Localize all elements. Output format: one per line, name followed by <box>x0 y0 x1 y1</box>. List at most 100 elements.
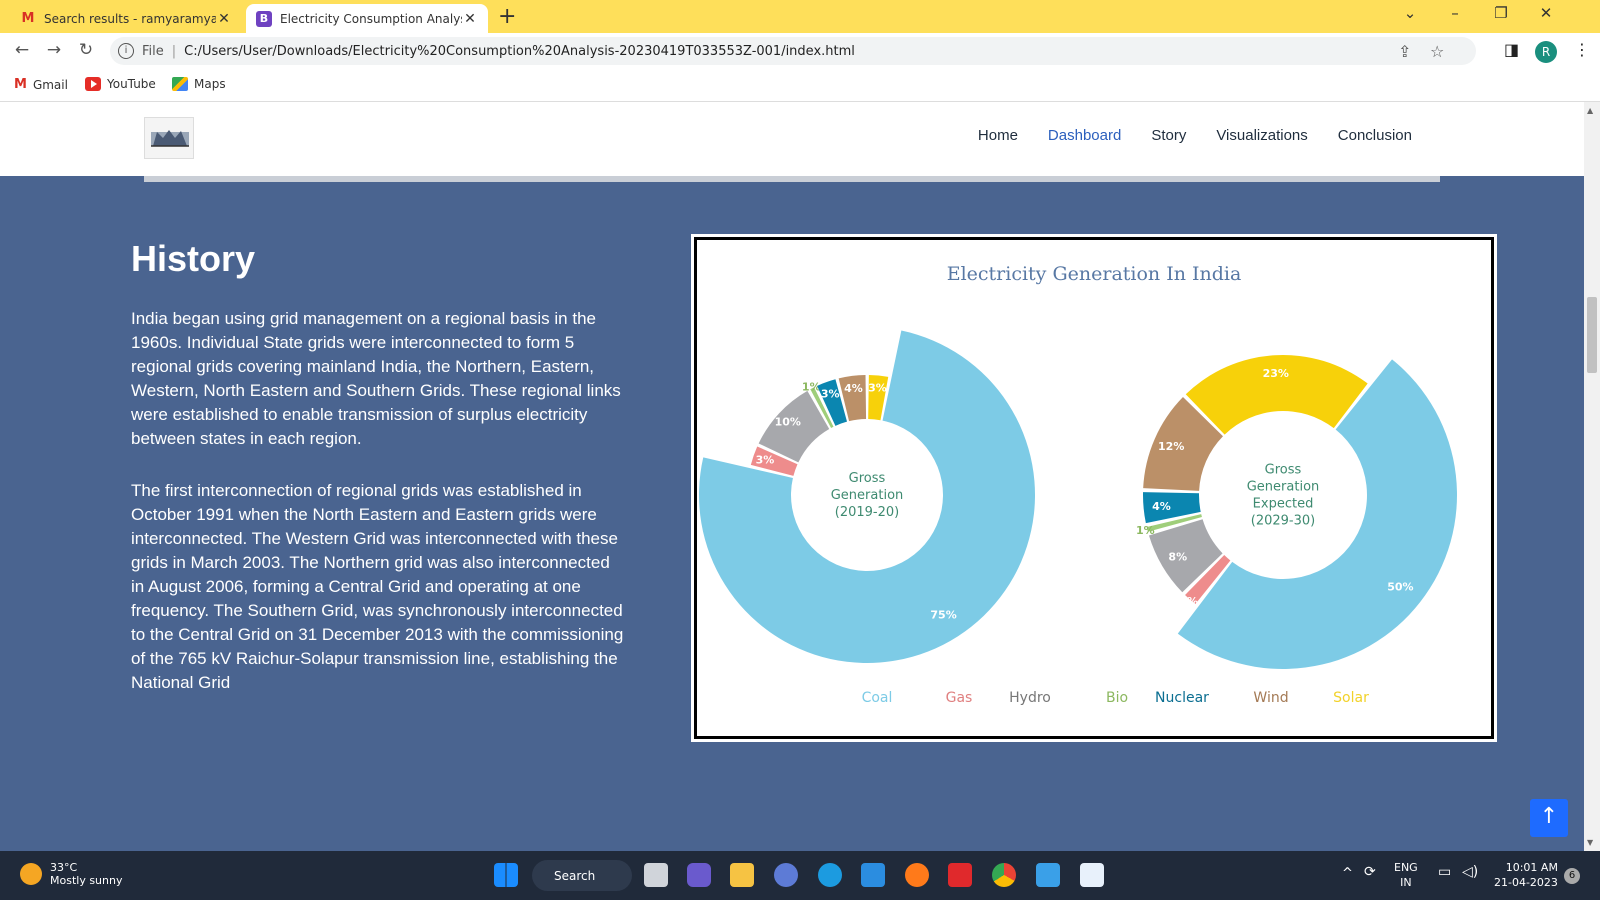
gmail-icon: M <box>14 77 27 92</box>
data-label-solar-1: 3% <box>868 382 887 395</box>
legend-hydro: Hydro <box>1009 690 1051 706</box>
legend-nuclear: Nuclear <box>1155 690 1209 706</box>
nav-home[interactable]: Home <box>978 127 1018 144</box>
vscode-icon[interactable] <box>861 863 885 887</box>
sync-icon[interactable]: ⟳ <box>1364 865 1376 880</box>
youtube-icon <box>85 77 101 91</box>
volume-icon[interactable]: ◁) <box>1462 865 1478 880</box>
restore-icon[interactable]: ❐ <box>1483 4 1519 22</box>
donut-center-label-2: (2029-30) <box>1251 514 1315 529</box>
infinity-app-icon[interactable] <box>774 863 798 887</box>
nav-visualizations[interactable]: Visualizations <box>1216 127 1307 144</box>
data-label-coal-2: 50% <box>1387 581 1413 594</box>
scroll-to-top-button[interactable]: ↑ <box>1530 799 1568 837</box>
forward-icon[interactable]: → <box>42 40 66 60</box>
notification-badge[interactable]: 6 <box>1564 868 1580 884</box>
windows-start-icon[interactable] <box>494 863 518 887</box>
network-icon[interactable]: ▭ <box>1438 865 1451 880</box>
scroll-down-arrow-icon[interactable]: ▼ <box>1587 838 1593 847</box>
data-label-gas-2: 2% <box>1179 595 1198 608</box>
bookmark-label: Maps <box>194 77 226 91</box>
weather-temp: 33°C <box>50 861 78 874</box>
page-scrollbar[interactable]: ▲ ▼ <box>1584 102 1600 851</box>
browser-tab-strip: M Search results - ramyaramya0164 ✕ B El… <box>0 0 1600 33</box>
gmail-icon: M <box>21 11 35 26</box>
donut-center-label-2: Expected <box>1253 497 1314 512</box>
section-title: History <box>131 238 256 279</box>
sidepanel-icon[interactable]: ◨ <box>1504 40 1519 59</box>
data-label-gas-1: 3% <box>756 454 775 467</box>
data-label-solar-2: 23% <box>1263 367 1289 380</box>
firefox-icon[interactable] <box>905 863 929 887</box>
profile-avatar[interactable]: R <box>1535 41 1557 63</box>
data-label-hydro-1: 10% <box>775 416 801 429</box>
scroll-up-arrow-icon[interactable]: ▲ <box>1587 106 1593 115</box>
donut-center-label-1: Generation <box>831 488 904 503</box>
lang-region: IN <box>1400 876 1412 889</box>
snipping-tool-icon[interactable] <box>1080 863 1104 887</box>
reload-icon[interactable]: ↻ <box>74 40 98 60</box>
nav-links: Home Dashboard Story Visualizations Conc… <box>978 127 1412 144</box>
back-icon[interactable]: ← <box>10 40 34 60</box>
close-icon[interactable]: ✕ <box>462 11 478 27</box>
data-label-bio-2: 1% <box>1136 524 1155 537</box>
nav-story[interactable]: Story <box>1151 127 1186 144</box>
tab-electricity-analysis[interactable]: B Electricity Consumption Analysis ✕ <box>246 4 488 33</box>
data-label-coal-1: 75% <box>930 609 956 622</box>
browser-toolbar: ← → ↻ i File | C:/Users/User/Downloads/E… <box>0 33 1600 69</box>
wps-office-icon[interactable] <box>948 863 972 887</box>
scrollbar-thumb[interactable] <box>1587 297 1597 373</box>
legend-solar: Solar <box>1333 690 1369 706</box>
data-label-nuclear-2: 4% <box>1152 500 1171 513</box>
bookmark-star-icon[interactable]: ☆ <box>1430 42 1444 61</box>
maps-icon <box>172 77 188 91</box>
url-text[interactable]: C:/Users/User/Downloads/Electricity%20Co… <box>184 44 855 59</box>
tab-gmail-search[interactable]: M Search results - ramyaramya0164 ✕ <box>10 4 242 33</box>
tab-title: Electricity Consumption Analysis <box>280 11 462 26</box>
bookmark-maps[interactable]: Maps <box>172 77 226 91</box>
data-label-nuclear-1: 3% <box>821 387 840 400</box>
photos-icon[interactable] <box>1036 863 1060 887</box>
close-window-icon[interactable]: ✕ <box>1528 4 1564 22</box>
nav-dashboard[interactable]: Dashboard <box>1048 127 1121 144</box>
taskbar-search[interactable]: Search <box>532 860 632 891</box>
legend-wind: Wind <box>1253 690 1288 706</box>
lang-code: ENG <box>1394 861 1418 874</box>
clock-date: 21-04-2023 <box>1494 876 1558 889</box>
task-view-icon[interactable] <box>644 863 668 887</box>
info-icon[interactable]: i <box>118 43 134 59</box>
language-indicator[interactable]: ENG IN <box>1394 860 1418 890</box>
teams-chat-icon[interactable] <box>687 863 711 887</box>
edge-icon[interactable] <box>818 863 842 887</box>
menu-kebab-icon[interactable]: ⋮ <box>1574 40 1590 59</box>
tab-title: Search results - ramyaramya0164 <box>44 11 216 26</box>
address-bar[interactable]: i File | C:/Users/User/Downloads/Electri… <box>110 37 1476 65</box>
page-viewport: Home Dashboard Story Visualizations Conc… <box>0 102 1584 851</box>
bookmark-youtube[interactable]: YouTube <box>85 77 156 91</box>
clock-time: 10:01 AM <box>1505 861 1558 874</box>
data-label-hydro-2: 8% <box>1168 551 1187 564</box>
electricity-generation-chart: Electricity Generation In India 75% 3% 10% 1… <box>694 237 1494 739</box>
share-icon[interactable]: ⇪ <box>1398 42 1411 61</box>
clock[interactable]: 10:01 AM 21-04-2023 <box>1494 860 1558 890</box>
nav-conclusion[interactable]: Conclusion <box>1338 127 1412 144</box>
chrome-icon[interactable] <box>992 863 1016 887</box>
close-icon[interactable]: ✕ <box>216 11 232 27</box>
chart-title: Electricity Generation In India <box>947 263 1242 285</box>
data-label-wind-2: 12% <box>1158 440 1184 453</box>
legend-bio: Bio <box>1106 690 1128 706</box>
new-tab-icon[interactable]: + <box>498 5 516 29</box>
bookmarks-bar: M Gmail YouTube Maps <box>0 69 1600 102</box>
scheme-label: File <box>142 43 164 59</box>
tab-search-chevron-icon[interactable]: ⌄ <box>1392 4 1428 22</box>
minimize-icon[interactable]: – <box>1437 4 1473 22</box>
donut-center-label-1: (2019-20) <box>835 505 899 520</box>
weather-widget[interactable]: 33°C Mostly sunny <box>20 861 122 887</box>
search-label: Search <box>554 868 596 883</box>
bookmark-gmail[interactable]: M Gmail <box>14 77 68 92</box>
file-explorer-icon[interactable] <box>730 863 754 887</box>
chart-svg: Electricity Generation In India 75% 3% 10% 1… <box>699 263 1457 706</box>
history-paragraph-2: The first interconnection of regional gr… <box>131 481 624 692</box>
site-logo[interactable] <box>144 117 194 159</box>
tray-chevron-icon[interactable]: ^ <box>1342 866 1353 881</box>
